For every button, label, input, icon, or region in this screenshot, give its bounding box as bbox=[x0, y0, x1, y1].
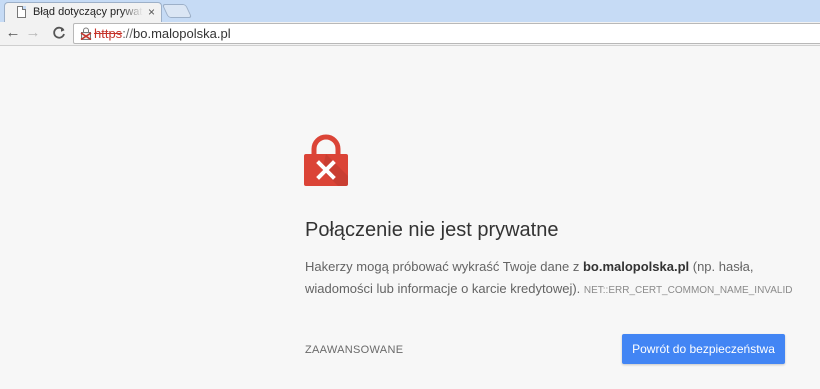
reload-icon[interactable] bbox=[50, 24, 68, 42]
url-separator: :// bbox=[122, 26, 134, 41]
message-text: Hakerzy mogą próbować wykraść Twoje dane… bbox=[305, 259, 583, 274]
broken-lock-icon[interactable] bbox=[80, 27, 92, 40]
message-host: bo.malopolska.pl bbox=[582, 259, 690, 274]
toolbar: ← → https://bo.malopolska.pl bbox=[0, 22, 820, 46]
error-message: Hakerzy mogą próbować wykraść Twoje dane… bbox=[305, 256, 805, 302]
page-title: Połączenie nie jest prywatne bbox=[305, 219, 559, 241]
tab-privacy-error[interactable]: Błąd dotyczący prywatności × bbox=[4, 2, 162, 22]
url-scheme: https bbox=[94, 26, 123, 41]
tab-title: Błąd dotyczący prywatności bbox=[33, 6, 143, 18]
tab-strip: Błąd dotyczący prywatności × bbox=[0, 0, 820, 22]
url-host: bo.malopolska.pl bbox=[133, 26, 231, 41]
back-arrow-icon[interactable]: ← bbox=[4, 24, 22, 42]
address-bar[interactable]: https://bo.malopolska.pl bbox=[73, 23, 820, 44]
forward-arrow-icon[interactable]: → bbox=[24, 24, 42, 42]
close-tab-icon[interactable]: × bbox=[148, 5, 155, 19]
red-lock-x-icon bbox=[304, 134, 348, 186]
back-to-safety-button[interactable]: Powrót do bezpieczeństwa bbox=[622, 334, 785, 364]
document-icon bbox=[17, 6, 26, 18]
url-text[interactable]: https://bo.malopolska.pl bbox=[94, 26, 231, 41]
error-code[interactable]: NET::ERR_CERT_COMMON_NAME_INVALID bbox=[584, 285, 793, 296]
new-tab-button[interactable] bbox=[161, 4, 193, 18]
advanced-link[interactable]: ZAAWANSOWANE bbox=[305, 344, 403, 356]
